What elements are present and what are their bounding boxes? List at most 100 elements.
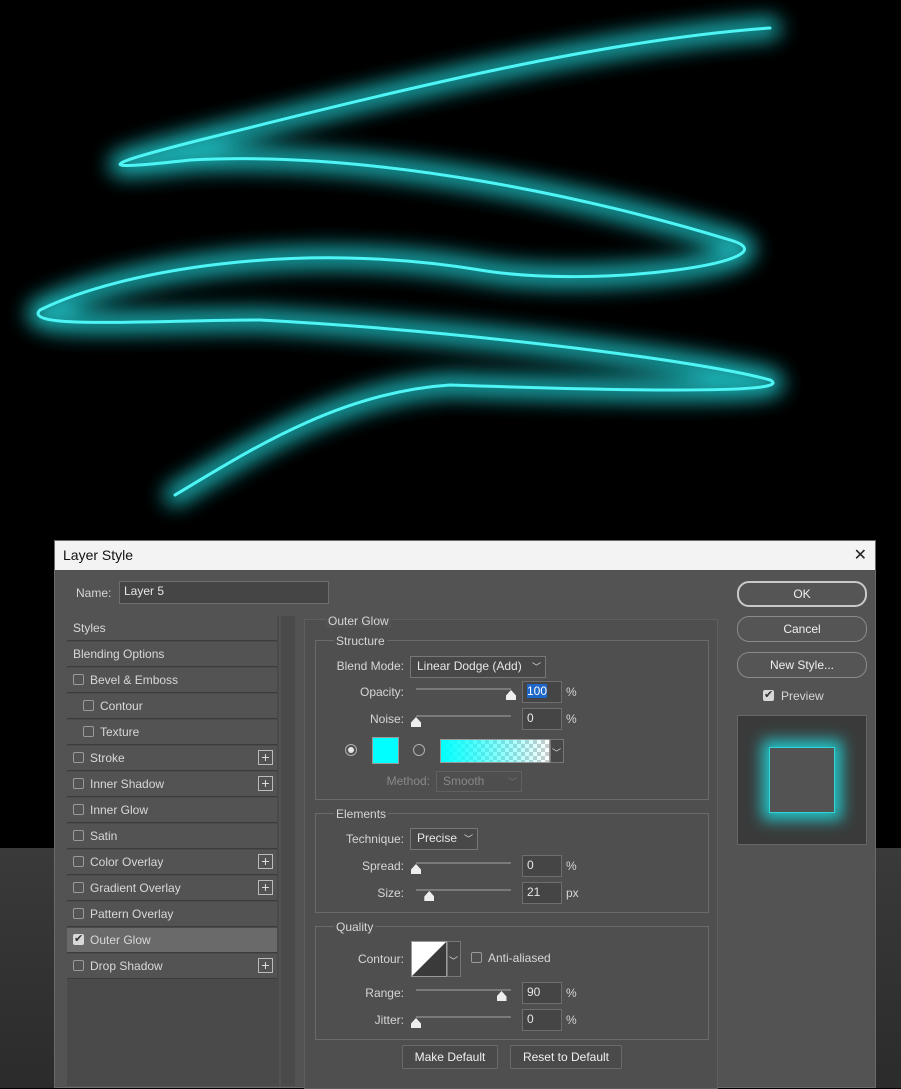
- dialog-title: Layer Style: [63, 547, 134, 563]
- style-item-label: Stroke: [90, 751, 125, 765]
- jitter-slider-track[interactable]: [416, 1016, 511, 1018]
- solid-color-radio[interactable]: [345, 744, 357, 756]
- style-item-label: Contour: [100, 699, 143, 713]
- spread-unit: %: [566, 859, 577, 873]
- anti-aliased-label: Anti-aliased: [488, 951, 551, 965]
- quality-group: Quality Contour: ﹀ Anti-aliased Range: 9…: [315, 920, 709, 1040]
- style-item-checkbox[interactable]: [73, 960, 84, 971]
- styles-list-scrollbar[interactable]: [281, 616, 295, 1086]
- style-item-checkbox[interactable]: [73, 932, 84, 945]
- style-preview-thumbnail: [737, 715, 867, 845]
- jitter-input[interactable]: 0: [522, 1009, 562, 1031]
- gradient-radio[interactable]: [413, 744, 425, 756]
- glow-gradient-swatch[interactable]: [440, 739, 550, 763]
- jitter-unit: %: [566, 1013, 577, 1027]
- style-item-label: Pattern Overlay: [90, 907, 174, 921]
- style-item-checkbox[interactable]: [73, 830, 84, 841]
- structure-group: Structure Blend Mode: Linear Dodge (Add)…: [315, 634, 709, 800]
- style-item-label: Outer Glow: [90, 933, 151, 947]
- spread-input[interactable]: 0: [522, 855, 562, 877]
- reset-to-default-button[interactable]: Reset to Default: [510, 1045, 622, 1069]
- noise-slider-track[interactable]: [416, 715, 511, 717]
- add-effect-plus-icon[interactable]: +: [258, 880, 273, 895]
- gradient-dropdown[interactable]: ﹀: [550, 739, 564, 763]
- add-effect-plus-icon[interactable]: +: [258, 854, 273, 869]
- spread-slider-track[interactable]: [416, 862, 511, 864]
- noise-input[interactable]: 0: [522, 708, 562, 730]
- opacity-input[interactable]: 100: [522, 681, 562, 703]
- style-item-label: Inner Shadow: [90, 777, 165, 791]
- style-item-satin[interactable]: Satin: [67, 824, 277, 849]
- styles-list: Styles Blending Options Bevel & Emboss Cont…: [67, 616, 279, 1086]
- ok-button[interactable]: OK: [737, 581, 867, 607]
- method-label: Method:: [386, 774, 430, 788]
- size-label: Size:: [377, 886, 404, 900]
- technique-dropdown[interactable]: Precise ﹀: [410, 828, 478, 850]
- opacity-slider-track[interactable]: [416, 688, 511, 690]
- cancel-button[interactable]: Cancel: [737, 616, 867, 642]
- blend-mode-dropdown[interactable]: Linear Dodge (Add) ﹀: [410, 656, 546, 678]
- anti-aliased-checkbox[interactable]: [471, 952, 482, 963]
- contour-label: Contour:: [357, 952, 404, 966]
- dialog-titlebar: Layer Style ✕: [55, 541, 875, 570]
- noise-unit: %: [566, 712, 577, 726]
- style-item-blending-options[interactable]: Blending Options: [67, 642, 277, 667]
- style-item-drop-shadow[interactable]: Drop Shadow +: [67, 954, 277, 979]
- structure-title: Structure: [334, 634, 387, 648]
- preview-checkbox[interactable]: [763, 688, 774, 701]
- style-item-checkbox[interactable]: [73, 856, 84, 867]
- range-input[interactable]: 90: [522, 982, 562, 1004]
- technique-label: Technique:: [345, 832, 404, 846]
- opacity-label: Opacity:: [359, 685, 404, 699]
- make-default-button[interactable]: Make Default: [402, 1045, 498, 1069]
- contour-preview[interactable]: [411, 941, 447, 977]
- quality-title: Quality: [334, 920, 376, 934]
- new-style-button[interactable]: New Style...: [737, 652, 867, 678]
- style-item-color-overlay[interactable]: Color Overlay +: [67, 850, 277, 875]
- add-effect-plus-icon[interactable]: +: [258, 776, 273, 791]
- size-slider-track[interactable]: [416, 889, 511, 891]
- style-item-bevel-emboss[interactable]: Bevel & Emboss: [67, 668, 277, 693]
- add-effect-plus-icon[interactable]: +: [258, 750, 273, 765]
- opacity-unit: %: [566, 685, 577, 699]
- style-item-checkbox[interactable]: [73, 908, 84, 919]
- style-item-label: Drop Shadow: [90, 959, 163, 973]
- style-item-checkbox[interactable]: [83, 700, 94, 711]
- style-item-inner-shadow[interactable]: Inner Shadow +: [67, 772, 277, 797]
- range-slider-track[interactable]: [416, 989, 511, 991]
- name-input[interactable]: Layer 5: [119, 581, 329, 604]
- style-item-gradient-overlay[interactable]: Gradient Overlay +: [67, 876, 277, 901]
- style-item-checkbox[interactable]: [73, 804, 84, 815]
- range-unit: %: [566, 986, 577, 1000]
- outer-glow-title: Outer Glow: [326, 614, 391, 628]
- style-item-checkbox[interactable]: [83, 726, 94, 737]
- style-item-inner-glow[interactable]: Inner Glow: [67, 798, 277, 823]
- glow-color-swatch[interactable]: [372, 737, 399, 764]
- close-icon[interactable]: ✕: [854, 545, 867, 565]
- style-item-checkbox[interactable]: [73, 752, 84, 763]
- contour-linear-icon: [412, 942, 446, 976]
- style-item-contour[interactable]: Contour: [67, 694, 277, 719]
- style-item-label: Bevel & Emboss: [90, 673, 179, 687]
- method-dropdown[interactable]: Smooth ﹀: [436, 771, 522, 792]
- style-item-label: Blending Options: [73, 647, 165, 661]
- style-item-checkbox[interactable]: [73, 674, 84, 685]
- style-item-stroke[interactable]: Stroke +: [67, 746, 277, 771]
- style-item-label: Texture: [100, 725, 140, 739]
- blend-mode-label: Blend Mode:: [336, 659, 404, 673]
- contour-dropdown[interactable]: ﹀: [447, 941, 461, 977]
- chevron-down-icon: ﹀: [448, 956, 458, 966]
- style-item-styles[interactable]: Styles: [67, 616, 277, 641]
- style-item-checkbox[interactable]: [73, 882, 84, 893]
- style-item-label: Inner Glow: [90, 803, 149, 817]
- size-input[interactable]: 21: [522, 882, 562, 904]
- chevron-down-icon: ﹀: [463, 834, 473, 844]
- style-item-outer-glow[interactable]: Outer Glow: [67, 928, 277, 953]
- add-effect-plus-icon[interactable]: +: [258, 958, 273, 973]
- outer-glow-panel: Outer Glow Structure Blend Mode: Linear …: [304, 614, 718, 1089]
- chevron-down-icon: ﹀: [531, 662, 541, 672]
- style-item-texture[interactable]: Texture: [67, 720, 277, 745]
- name-label: Name:: [76, 586, 112, 600]
- style-item-pattern-overlay[interactable]: Pattern Overlay: [67, 902, 277, 927]
- style-item-checkbox[interactable]: [73, 778, 84, 789]
